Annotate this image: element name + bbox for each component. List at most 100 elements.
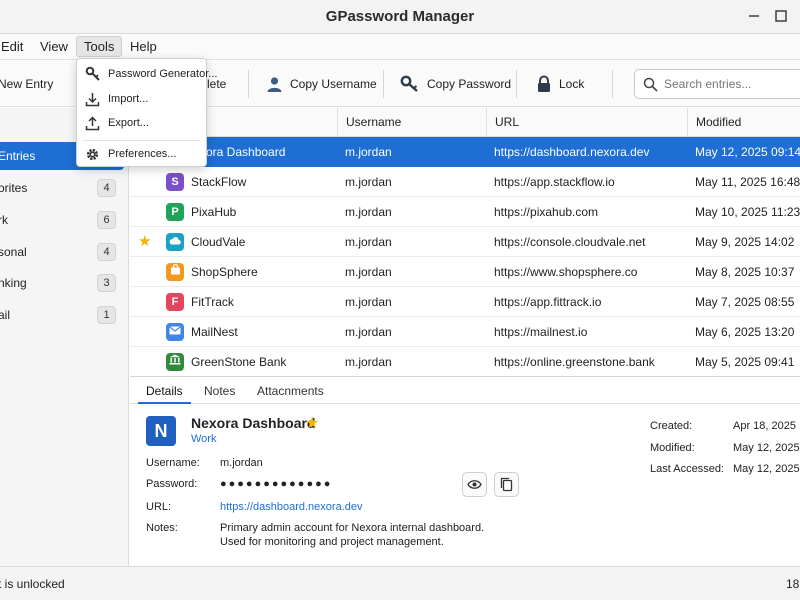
toolbar-divider: [248, 70, 249, 98]
table-row[interactable]: F FitTrack m.jordan https://app.fittrack.io…: [130, 287, 800, 317]
tab-attachments[interactable]: Attacnments: [249, 377, 332, 404]
column-url[interactable]: URL: [486, 108, 688, 137]
gear-icon: [86, 148, 99, 160]
copy-password-label: Copy Password: [427, 77, 512, 91]
column-username[interactable]: Username: [337, 108, 487, 137]
created-label: Created:: [650, 420, 693, 432]
menu-view[interactable]: View: [33, 36, 75, 57]
url-cell: https://dashboard.nexora.dev: [494, 145, 650, 159]
toolbar-divider: [612, 70, 613, 98]
entry-group[interactable]: Work: [191, 433, 216, 445]
sidebar-item-label: ail: [0, 308, 11, 322]
sidebar-item-label: Entries: [0, 149, 36, 163]
username-cell: m.jordan: [345, 355, 392, 369]
minimize-icon[interactable]: [745, 7, 763, 25]
url-cell: https://app.stackflow.io: [494, 175, 615, 189]
copy-username-label: Copy Username: [290, 77, 377, 91]
entry-title-cell: xora Dashboard: [200, 145, 286, 159]
favorite-star-icon[interactable]: ★: [305, 413, 319, 433]
entry-title-cell: FitTrack: [191, 295, 234, 309]
sidebar-item-favorites[interactable]: orites 4: [0, 174, 124, 202]
url-cell: https://mailnest.io: [494, 325, 588, 339]
menu-item-password-generator[interactable]: Password Generator...: [77, 62, 217, 86]
key-icon: [400, 75, 418, 92]
menu-item-preferences[interactable]: Preferences...: [77, 142, 206, 166]
sidebar-item-label: orites: [0, 181, 28, 195]
search-box[interactable]: [634, 69, 800, 99]
copy-username-button[interactable]: Copy Username: [266, 70, 377, 98]
window-title: GPassword Manager: [325, 8, 475, 25]
url-cell: https://app.fittrack.io: [494, 295, 602, 309]
tools-dropdown-menu: Password Generator... Import... Export..…: [76, 58, 217, 167]
title-bar: GPassword Manager: [0, 0, 800, 34]
key-icon: [85, 66, 100, 81]
entry-count: 18: [786, 577, 800, 591]
favorite-star-icon[interactable]: ★: [138, 233, 151, 251]
url-cell: https://www.shopsphere.co: [494, 265, 638, 279]
count-badge: 3: [97, 274, 116, 292]
cloud-icon: [166, 233, 184, 251]
column-modified[interactable]: Modified: [687, 108, 800, 137]
last-accessed-label: Last Accessed:: [650, 463, 724, 475]
bag-icon: [166, 263, 184, 281]
username-cell: m.jordan: [345, 175, 392, 189]
url-link[interactable]: https://dashboard.nexora.dev: [220, 501, 362, 513]
modified-label: Modified:: [650, 442, 695, 454]
menu-item-import[interactable]: Import...: [77, 87, 206, 111]
created-value: Apr 18, 2025 10: [733, 420, 800, 432]
copy-password-button[interactable]: Copy Password: [400, 70, 511, 98]
menu-tools[interactable]: Tools: [76, 36, 123, 57]
bank-icon: [166, 353, 184, 371]
notes-label: Notes:: [146, 522, 178, 534]
mail-icon: [166, 323, 184, 341]
copy-password-inline-button[interactable]: [494, 472, 519, 497]
notes-line: Primary admin account for Nexora interna…: [220, 522, 485, 534]
table-row[interactable]: MailNest m.jordan https://mailnest.io May 6…: [130, 317, 800, 347]
menu-edit[interactable]: Edit: [0, 36, 30, 57]
modified-cell: May 12, 2025 09:14: [695, 145, 800, 159]
menu-item-label: Export...: [108, 117, 149, 129]
table-row[interactable]: S StackFlow m.jordan https://app.stackflow.…: [130, 167, 800, 197]
url-cell: https://online.greenstone.bank: [494, 355, 655, 369]
app-letter-icon: S: [166, 173, 184, 191]
table-row[interactable]: xora Dashboard m.jordan https://dashboard.…: [130, 137, 800, 167]
password-value: ●●●●●●●●●●●●●: [220, 478, 333, 490]
new-entry-label: New Entry: [0, 77, 54, 91]
reveal-password-button[interactable]: [462, 472, 487, 497]
new-entry-button[interactable]: New Entry: [0, 70, 53, 98]
menu-item-label: Password Generator...: [108, 68, 218, 80]
sidebar-item-banking[interactable]: nking 3: [0, 269, 124, 297]
status-bar: t is unlocked 18: [0, 566, 800, 600]
username-cell: m.jordan: [345, 235, 392, 249]
upload-icon: [85, 115, 100, 130]
search-input[interactable]: [664, 77, 794, 91]
entry-icon: N: [146, 416, 176, 446]
modified-cell: May 10, 2025 11:23: [695, 205, 800, 219]
sidebar-item-personal[interactable]: sonal 4: [0, 238, 124, 266]
entry-title-cell: PixaHub: [191, 205, 237, 219]
table-header: Username URL Modified: [130, 108, 800, 137]
table-row[interactable]: P PixaHub m.jordan https://pixahub.com May 1…: [130, 197, 800, 227]
tab-details[interactable]: Details: [138, 377, 191, 404]
modified-value: May 12, 2025 0: [733, 442, 800, 454]
tab-notes[interactable]: Notes: [196, 377, 243, 404]
entry-title-cell: ShopSphere: [191, 265, 258, 279]
table-row[interactable]: GreenStone Bank m.jordan https://online.gr…: [130, 347, 800, 377]
password-label: Password:: [146, 478, 198, 490]
search-icon: [643, 77, 658, 92]
menu-item-export[interactable]: Export...: [77, 111, 206, 135]
menu-item-label: Import...: [108, 93, 149, 105]
lock-icon: [538, 75, 550, 92]
sidebar-item-work[interactable]: rk 6: [0, 206, 124, 234]
sidebar-item-email[interactable]: ail 1: [0, 301, 124, 329]
sidebar: s Entries orites 4 rk 6 sonal 4 nking 3 …: [0, 108, 129, 566]
username-label: Username:: [146, 457, 200, 469]
app-letter-icon: P: [166, 203, 184, 221]
copy-icon: [500, 477, 513, 492]
table-row[interactable]: ★ CloudVale m.jordan https://console.cloudv…: [130, 227, 800, 257]
menu-help[interactable]: Help: [123, 36, 164, 57]
toolbar-divider: [383, 70, 384, 98]
maximize-icon[interactable]: [772, 7, 790, 25]
table-row[interactable]: ShopSphere m.jordan https://www.shopsphere…: [130, 257, 800, 287]
lock-button[interactable]: Lock: [536, 70, 584, 98]
